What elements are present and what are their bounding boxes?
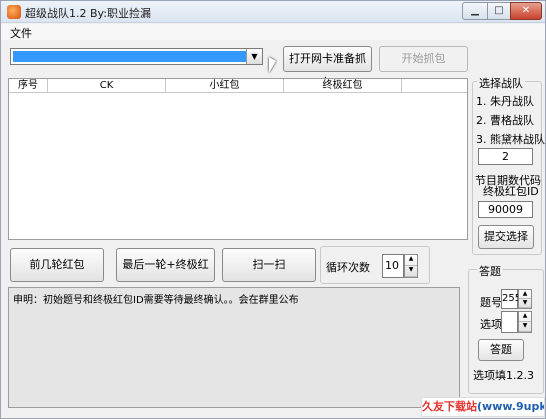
maximize-button[interactable]: □ [487, 2, 511, 20]
log-message: 申明：初始题号和终极红包ID需要等待最终确认。。会在群里公布 [13, 295, 299, 306]
watermark-part2: (www.9upk.com) [477, 400, 544, 413]
first-rounds-button[interactable]: 前几轮红包 [10, 248, 104, 282]
loop-count-input[interactable]: 10 [382, 254, 404, 278]
table-header: 序号 CK 小红包 终极红包 [9, 79, 467, 93]
menu-bar: 文件 [1, 24, 545, 40]
col-header-ck[interactable]: CK [48, 79, 166, 93]
loop-stepper[interactable]: ▲ ▼ [404, 254, 418, 278]
chevron-down-icon[interactable]: ▼ [246, 49, 262, 64]
code-label-line2: 终极红包ID [483, 185, 539, 198]
stepper-up-icon[interactable]: ▲ [519, 312, 531, 322]
main-window: 超级战队1.2 By:职业捡漏 ▁ □ ✕ 文件 ▼ 打开网卡准备抓包 开始抓包… [0, 0, 546, 419]
option-label: 选项 [480, 318, 502, 331]
loop-label: 循环次数 [326, 261, 370, 274]
log-area[interactable]: 申明：初始题号和终极红包ID需要等待最终确认。。会在群里公布 [8, 287, 460, 408]
title-bar: 超级战队1.2 By:职业捡漏 ▁ □ ✕ [1, 1, 545, 23]
team-input[interactable]: 2 [478, 148, 533, 165]
team-group-title: 选择战队 [477, 75, 525, 91]
nic-select[interactable]: ▼ [10, 48, 263, 65]
app-icon [7, 5, 21, 19]
answer-group-title: 答题 [477, 263, 503, 279]
stepper-up-icon[interactable]: ▲ [405, 255, 417, 266]
last-round-button[interactable]: 最后一轮+终极红包 [116, 248, 215, 303]
open-nic-button[interactable]: 打开网卡准备抓包 [283, 46, 372, 89]
select-highlight [13, 51, 246, 62]
data-table[interactable]: 序号 CK 小红包 终极红包 [8, 78, 468, 240]
question-stepper[interactable]: ▲ ▼ [518, 289, 532, 309]
answer-button[interactable]: 答题 [478, 339, 524, 361]
watermark: 久友下载站(www.9upk.com) [421, 397, 545, 417]
col-header-index[interactable]: 序号 [9, 79, 48, 93]
col-header-final-red-packet[interactable]: 终极红包 [284, 79, 402, 93]
minimize-button[interactable]: ▁ [462, 2, 488, 20]
stepper-down-icon[interactable]: ▼ [519, 322, 531, 332]
stepper-down-icon[interactable]: ▼ [519, 299, 531, 308]
window-title: 超级战队1.2 By:职业捡漏 [25, 7, 151, 20]
option-input[interactable] [501, 311, 518, 333]
code-input[interactable]: 90009 [478, 201, 533, 218]
mouse-cursor-icon [269, 57, 276, 73]
question-label: 题号 [480, 296, 502, 309]
option-hint: 选项填1.2.3 [473, 369, 534, 382]
watermark-part1: 久友下载站 [422, 400, 477, 413]
team-option-3: 3. 熊黛林战队 [476, 133, 545, 146]
question-number-input[interactable]: 255 [501, 289, 521, 309]
col-header-small-red-packet[interactable]: 小红包 [166, 79, 284, 93]
stepper-down-icon[interactable]: ▼ [405, 266, 417, 277]
scan-button[interactable]: 扫一扫 [222, 248, 316, 282]
start-capture-button[interactable]: 开始抓包 [379, 46, 468, 72]
close-button[interactable]: ✕ [510, 2, 542, 20]
menu-file[interactable]: 文件 [10, 25, 32, 41]
team-option-2: 2. 曹格战队 [476, 114, 534, 127]
stepper-up-icon[interactable]: ▲ [519, 290, 531, 299]
option-stepper[interactable]: ▲ ▼ [518, 311, 532, 333]
team-option-1: 1. 朱丹战队 [476, 95, 534, 108]
submit-team-button[interactable]: 提交选择 [478, 225, 534, 249]
